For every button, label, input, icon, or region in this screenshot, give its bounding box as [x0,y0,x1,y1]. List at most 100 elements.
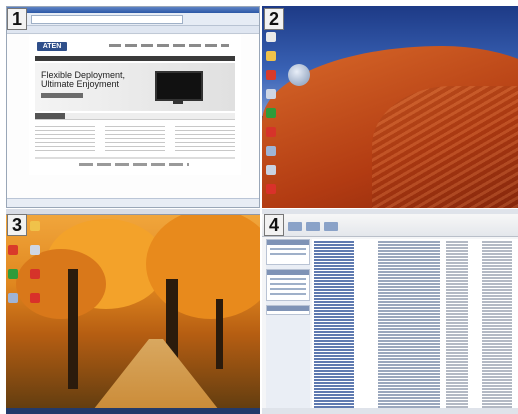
site-logo[interactable]: ATEN [37,42,67,51]
app-icon[interactable] [266,184,276,194]
file-cell [378,373,440,375]
file-cell [482,346,512,348]
app-icon[interactable] [266,89,276,99]
quadrant-1-browser-window: ATEN Flexible Deployment, Ultimate Enjoy… [6,6,260,208]
app-icon[interactable] [266,165,276,175]
taskbar[interactable] [6,408,260,414]
file-cell [482,337,512,339]
top-nav-links[interactable] [109,44,229,47]
file-cell [446,367,468,369]
sidebar-panel[interactable] [266,239,310,265]
file-cell [446,316,468,318]
file-cell [482,244,512,246]
file-cell [378,343,440,345]
file-cell [446,280,468,282]
file-cell [314,376,354,378]
file-cell [378,292,440,294]
file-cell [378,289,440,291]
file-cell [446,382,468,384]
sidebar-link[interactable] [270,248,306,250]
file-cell [378,361,440,363]
file-cell [482,262,512,264]
file-cell [482,325,512,327]
file-cell [446,322,468,324]
quadrant-2-desktop [262,6,518,208]
file-cell [482,304,512,306]
file-cell [446,379,468,381]
sidebar-link[interactable] [270,253,306,255]
sidebar-link[interactable] [270,278,306,280]
file-cell [378,358,440,360]
recycle-bin-icon[interactable] [266,32,276,42]
sidebar-link[interactable] [270,288,306,290]
file-cell [314,328,354,330]
explorer-toolbar [262,214,518,237]
file-cell [482,307,512,309]
file-cell [378,241,440,243]
file-cell [446,337,468,339]
hero-button[interactable] [41,93,83,98]
file-cell [482,382,512,384]
app-icon[interactable] [8,245,18,255]
hero-banner: Flexible Deployment, Ultimate Enjoyment [35,63,235,111]
content-tab-active[interactable] [35,113,65,119]
file-cell [378,370,440,372]
file-cell [482,319,512,321]
file-cell [378,397,440,399]
app-icon[interactable] [30,245,41,255]
file-cell [446,340,468,342]
content-tabs[interactable] [35,113,235,120]
file-cell [314,244,354,246]
forward-button[interactable] [306,222,320,231]
app-icon[interactable] [266,127,276,137]
sidebar-link[interactable] [270,283,306,285]
file-cell [482,247,512,249]
up-button[interactable] [324,222,338,231]
file-cell [482,367,512,369]
file-cell [314,355,354,357]
file-cell [482,253,512,255]
back-button[interactable] [288,222,302,231]
taskbar[interactable] [262,408,518,414]
file-cell [446,349,468,351]
tree-trunk [216,299,223,369]
file-cell [378,310,440,312]
file-cell [378,256,440,258]
app-icon[interactable] [266,108,276,118]
file-cell [446,361,468,363]
app-icon[interactable] [30,293,41,303]
file-cell [482,397,512,399]
app-icon[interactable] [8,293,18,303]
folder-icon[interactable] [266,51,276,61]
main-nav-bar[interactable] [35,56,235,61]
file-cell [378,349,440,351]
desktop-icon-column [266,32,280,203]
url-input[interactable] [31,15,183,24]
sidebar-panel[interactable] [266,269,310,301]
file-cell [314,298,354,300]
folder-icon[interactable] [30,221,41,231]
file-cell [482,391,512,393]
file-cell [378,259,440,261]
file-cell [482,361,512,363]
footer-links[interactable] [79,163,189,166]
app-icon[interactable] [266,146,276,156]
dune-ripples [372,86,518,208]
file-cell [482,289,512,291]
browser-tab-strip[interactable] [7,26,259,34]
file-cell [482,331,512,333]
file-cell [314,295,354,297]
file-cell [378,355,440,357]
sidebar-panel[interactable] [266,305,310,315]
file-cell [446,394,468,396]
file-cell [378,322,440,324]
app-icon[interactable] [8,269,18,279]
window-titlebar[interactable] [6,209,260,215]
app-icon[interactable] [266,70,276,80]
sidebar-link[interactable] [270,293,306,295]
file-cell [378,346,440,348]
hero-title-line-2: Ultimate Enjoyment [41,79,120,89]
app-icon[interactable] [30,269,41,279]
file-cell [378,334,440,336]
file-cell [378,268,440,270]
